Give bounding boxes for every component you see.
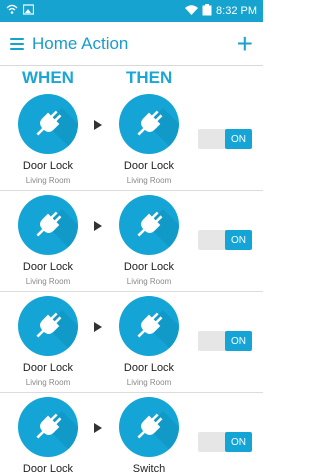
then-header: THEN <box>126 68 173 87</box>
battery-icon <box>202 3 212 19</box>
toggle-on-label: ON <box>225 129 252 149</box>
wifi-hotspot-icon <box>6 4 18 18</box>
arrow-right-icon <box>94 221 102 231</box>
then-device-button[interactable] <box>119 397 179 457</box>
when-device-name: Door Lock <box>22 362 74 374</box>
then-device-name: Switch <box>132 463 166 472</box>
then-device-button[interactable] <box>119 195 179 255</box>
app-bar: Home Action + <box>0 22 263 66</box>
when-header: WHEN <box>22 68 74 87</box>
when-device-name: Door Lock <box>22 261 74 273</box>
then-device-room: Living Room <box>126 176 172 185</box>
rule-toggle[interactable]: ON <box>198 432 252 452</box>
when-device-button[interactable] <box>18 195 78 255</box>
status-time: 8:32 PM <box>216 5 257 17</box>
image-notification-icon <box>22 4 35 18</box>
rule-toggle[interactable]: ON <box>198 331 252 351</box>
toggle-on-label: ON <box>225 432 252 452</box>
rule-row: Door Lock Living Room Door Lock Living Room… <box>0 292 263 393</box>
rule-row: Door Lock Living Room Door Lock Living Room… <box>0 90 263 191</box>
status-left <box>6 4 35 18</box>
rule-toggle[interactable]: ON <box>198 230 252 250</box>
then-device-name: Door Lock <box>123 362 175 374</box>
status-bar: 8:32 PM <box>0 0 263 22</box>
menu-icon[interactable] <box>10 37 24 50</box>
add-button[interactable]: + <box>237 29 253 58</box>
arrow-right-icon <box>94 120 102 130</box>
when-device-button[interactable] <box>18 296 78 356</box>
toggle-on-label: ON <box>225 230 252 250</box>
then-device-room: Living Room <box>126 378 172 387</box>
arrow-right-icon <box>94 322 102 332</box>
then-device-room: Living Room <box>126 277 172 286</box>
when-device-room: Living Room <box>25 277 71 286</box>
when-device-name: Door Lock <box>22 463 74 472</box>
status-right: 8:32 PM <box>185 3 257 19</box>
column-headers: WHEN THEN <box>0 68 263 90</box>
then-device-button[interactable] <box>119 94 179 154</box>
rule-toggle[interactable]: ON <box>198 129 252 149</box>
when-device-button[interactable] <box>18 94 78 154</box>
toggle-on-label: ON <box>225 331 252 351</box>
arrow-right-icon <box>94 423 102 433</box>
when-device-name: Door Lock <box>22 160 74 172</box>
when-device-button[interactable] <box>18 397 78 457</box>
when-device-room: Living Room <box>25 176 71 185</box>
then-device-button[interactable] <box>119 296 179 356</box>
wifi-signal-icon <box>185 4 199 18</box>
page-title: Home Action <box>32 33 129 53</box>
when-device-room: Living Room <box>25 378 71 387</box>
rule-row: Door Lock Switch ON <box>0 393 263 472</box>
then-device-name: Door Lock <box>123 160 175 172</box>
then-device-name: Door Lock <box>123 261 175 273</box>
rule-row: Door Lock Living Room Door Lock Living Room… <box>0 191 263 292</box>
rule-list: Door Lock Living Room Door Lock Living Room… <box>0 90 263 472</box>
